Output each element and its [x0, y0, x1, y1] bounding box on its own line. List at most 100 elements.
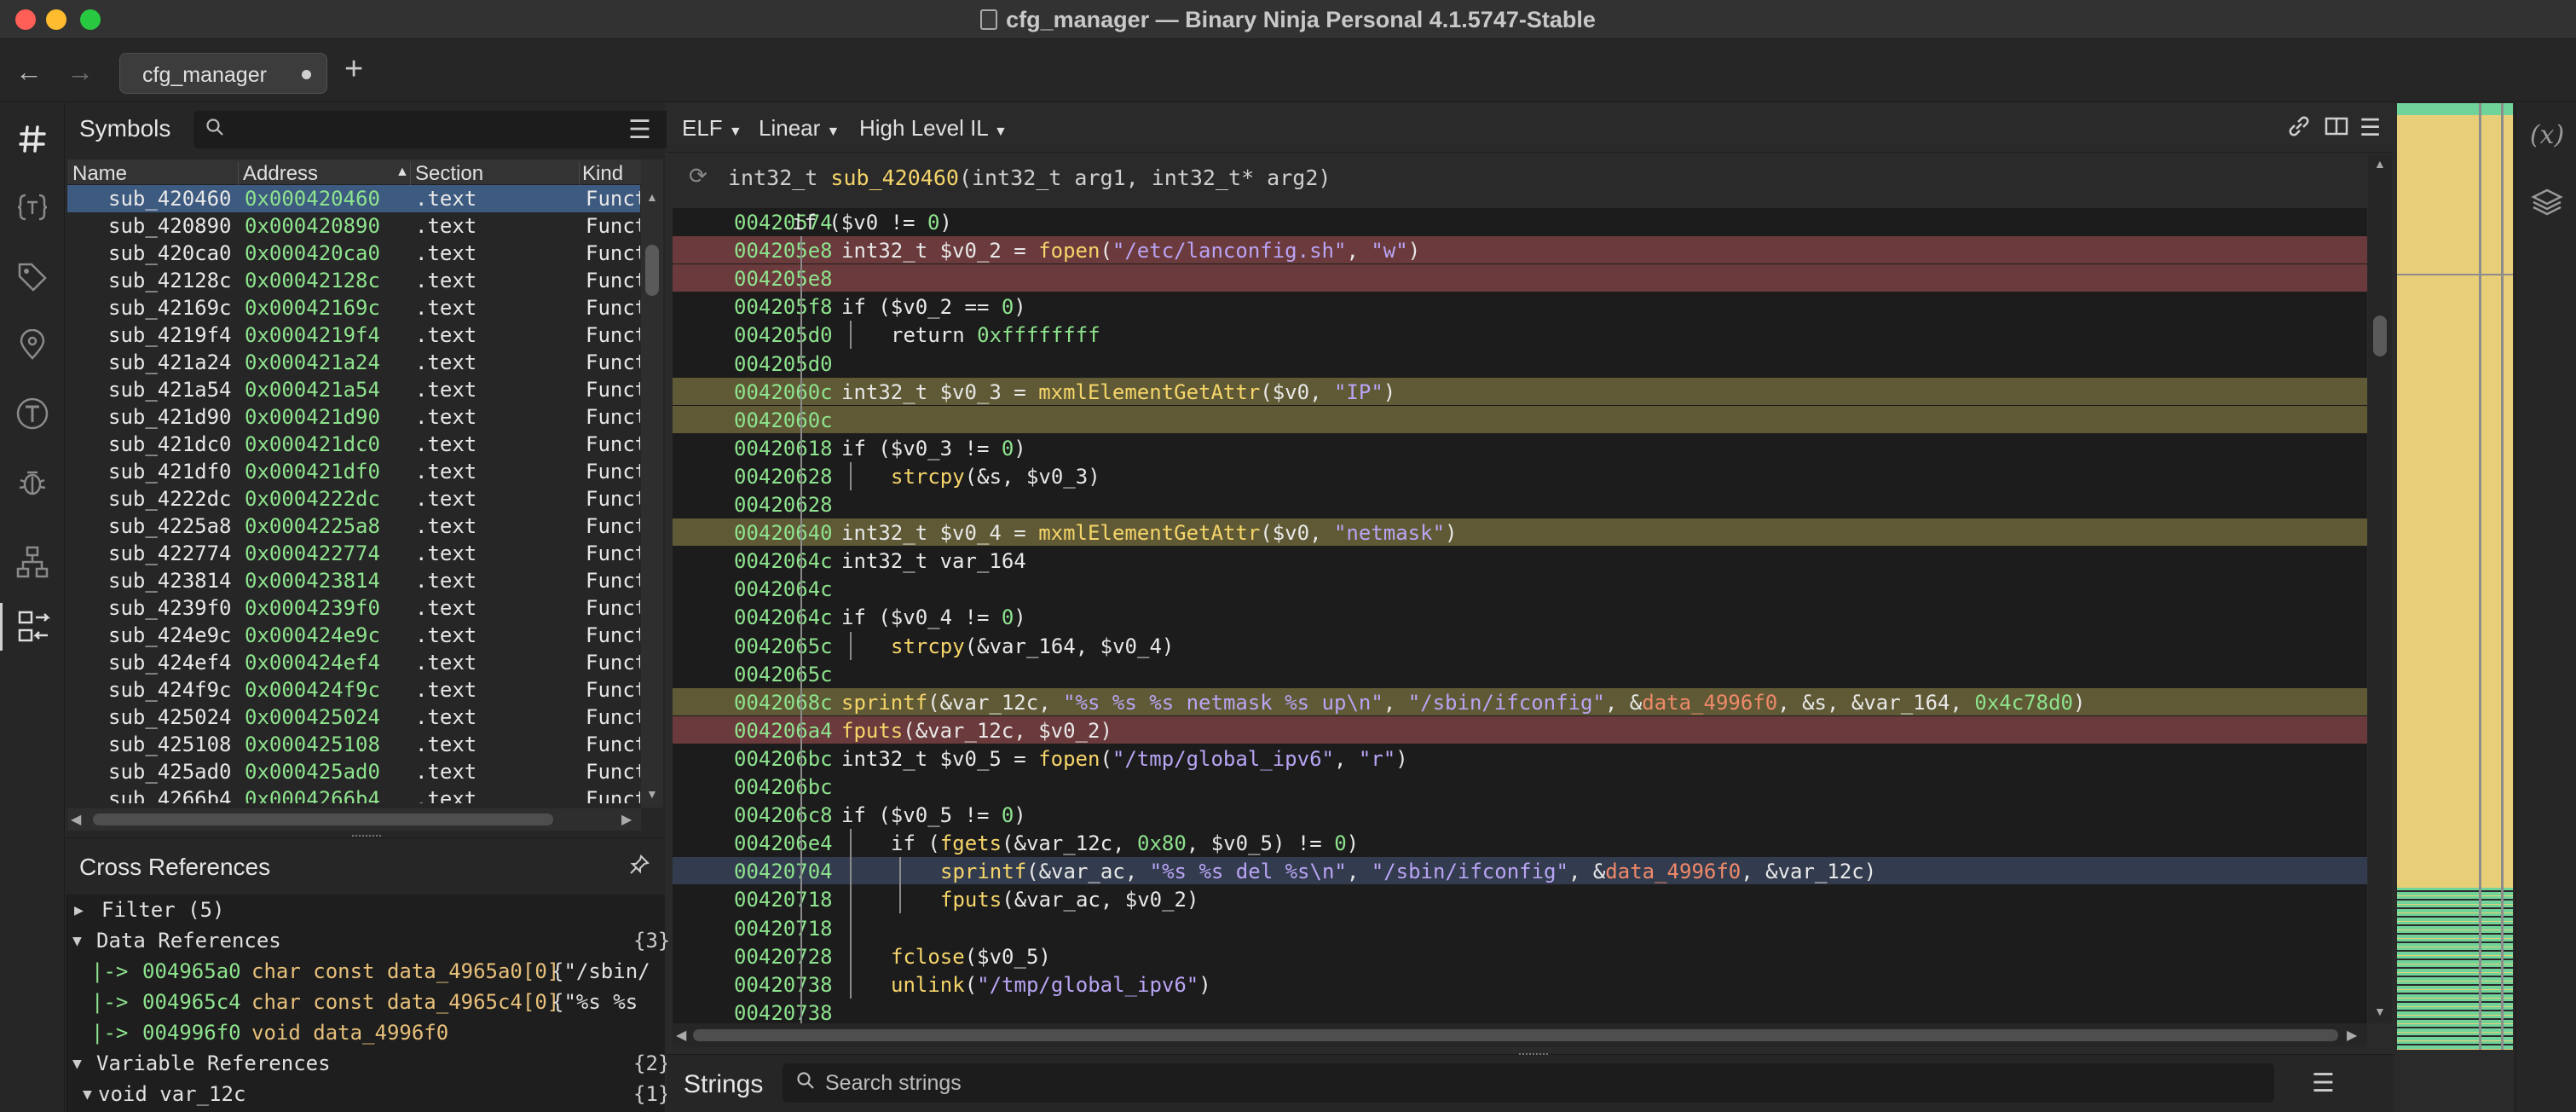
code-line[interactable]: 004205d0	[673, 350, 2367, 377]
code-text[interactable]: if ($v0_4 != 0)	[841, 605, 1026, 629]
table-row[interactable]: sub_425ad0 0x000425ad0 .text Funct	[67, 758, 640, 785]
line-address[interactable]: 0042060c	[734, 408, 833, 432]
code-text[interactable]: sprintf(&var_12c, "%s %s %s netmask %s u…	[841, 691, 2085, 715]
function-name[interactable]: sub_420460	[830, 165, 959, 190]
line-address[interactable]: 004205d0	[734, 323, 833, 347]
code-text[interactable]: if (fgets(&var_12c, 0x80, $v0_5) != 0)	[891, 831, 1359, 855]
code-line[interactable]: 004206a4 fputs(&var_12c, $v0_2)	[673, 715, 2367, 744]
table-row[interactable]: sub_420890 0x000420890 .text Funct	[67, 212, 640, 240]
code-text[interactable]: int32_t var_164	[841, 549, 1026, 573]
code-function[interactable]: sprintf	[841, 691, 927, 715]
code-line[interactable]: 00420718 fputs(&var_ac, $v0_2)	[673, 885, 2367, 912]
line-address[interactable]: 004206a4	[734, 719, 833, 743]
column-divider[interactable]	[410, 162, 411, 188]
il-level-dropdown[interactable]: High Level IL ▼	[859, 115, 1008, 142]
strings-search-input[interactable]	[825, 1069, 2189, 1098]
line-address[interactable]: 00420718	[734, 888, 833, 912]
forward-arrow-icon[interactable]: →	[66, 56, 94, 88]
code-line[interactable]: 004205d0 return 0xffffffff	[673, 321, 2367, 348]
code-line[interactable]: 00420738 unlink("/tmp/global_ipv6")	[673, 970, 2367, 998]
table-row[interactable]: sub_424f9c 0x000424f9c .text Funct	[67, 676, 640, 704]
line-address[interactable]: 004205e8	[734, 267, 833, 291]
code-horizontal-scrollbar[interactable]: ◀ ▶	[673, 1023, 2367, 1047]
code-function[interactable]: fputs	[841, 719, 903, 743]
layers-stack-icon[interactable]	[2527, 185, 2567, 224]
line-address[interactable]: 00420628	[734, 465, 833, 489]
code-function[interactable]: mxmlElementGetAttr	[1038, 521, 1260, 545]
code-text[interactable]: strcpy(&var_164, $v0_4)	[891, 634, 1174, 658]
column-divider[interactable]	[238, 162, 239, 188]
layout-dropdown[interactable]: Linear ▼	[759, 115, 840, 142]
location-pin-icon[interactable]	[9, 321, 56, 369]
new-tab-plus-icon[interactable]: +	[344, 51, 363, 88]
code-line[interactable]: 0042064c int32_t var_164	[673, 547, 2367, 574]
code-text[interactable]: unlink("/tmp/global_ipv6")	[891, 973, 1211, 997]
panel-resize-handle[interactable]	[352, 835, 381, 837]
code-text[interactable]: return 0xffffffff	[891, 323, 1100, 347]
code-text[interactable]: sprintf(&var_ac, "%s %s del %s\n", "/sbi…	[940, 860, 1876, 883]
code-line[interactable]: 0042064c	[673, 575, 2367, 602]
data-reference-item[interactable]: |-> 004965a0 char const data_4965a0[0] {…	[66, 956, 665, 987]
link-icon[interactable]	[2286, 113, 2312, 145]
code-line[interactable]: 00420618 if ($v0_3 != 0)	[673, 434, 2367, 461]
column-divider[interactable]	[579, 162, 580, 188]
line-address[interactable]: 004205f8	[734, 295, 833, 319]
table-row[interactable]: sub_4222dc 0x0004222dc .text Funct	[67, 485, 640, 513]
table-row[interactable]: sub_424ef4 0x000424ef4 .text Funct	[67, 649, 640, 676]
symbols-search-input[interactable]	[193, 111, 684, 148]
line-address[interactable]: 004206bc	[734, 775, 833, 799]
data-reference-item[interactable]: |-> 004965c4 char const data_4965c4[0] {…	[66, 987, 665, 1017]
line-address[interactable]: 0042064c	[734, 549, 833, 573]
code-text[interactable]: if ($v0 != 0)	[792, 211, 952, 235]
code-line[interactable]: 004206c8 if ($v0_5 != 0)	[673, 801, 2367, 828]
hlil-code-view[interactable]: 00420574 if ($v0 != 0) 004205e8 int32_t $v0…	[673, 208, 2367, 1023]
code-line[interactable]: 004206e4 if (fgets(&var_12c, 0x80, $v0_5)…	[673, 829, 2367, 856]
line-address[interactable]: 004206c8	[734, 803, 833, 827]
table-row[interactable]: sub_4239f0 0x0004239f0 .text Funct	[67, 594, 640, 622]
chevron-right-icon[interactable]: ▶	[74, 901, 84, 919]
scroll-right-arrow-icon[interactable]: ▶	[2347, 1027, 2357, 1044]
code-line[interactable]: 00420718	[673, 914, 2367, 941]
scroll-left-arrow-icon[interactable]: ◀	[71, 811, 81, 828]
scroll-up-arrow-icon[interactable]: ▲	[2374, 157, 2386, 171]
line-address[interactable]: 00420738	[734, 973, 833, 997]
refresh-icon[interactable]: ⟳	[689, 164, 708, 189]
data-references-group[interactable]: ▼ Data References {3}	[66, 925, 670, 956]
chevron-down-icon[interactable]: ▼	[72, 932, 82, 950]
code-function[interactable]: fclose	[891, 945, 965, 969]
table-row[interactable]: sub_421dc0 0x000421dc0 .text Funct	[67, 431, 640, 458]
line-address[interactable]: 00420718	[734, 917, 833, 941]
code-line[interactable]: 004205e8 int32_t $v0_2 = fopen("/etc/lanc…	[673, 236, 2367, 264]
code-text[interactable]: if ($v0_3 != 0)	[841, 437, 1026, 460]
text-t-icon[interactable]	[9, 390, 56, 437]
line-address[interactable]: 00420738	[734, 1001, 833, 1023]
code-text[interactable]: int32_t $v0_4 = mxmlElementGetAttr($v0, …	[841, 521, 1457, 545]
tab-cfg-manager[interactable]: cfg_manager	[119, 53, 327, 94]
code-data-symbol[interactable]: data_4996f0	[1605, 860, 1741, 883]
line-address[interactable]: 00420640	[734, 521, 833, 545]
back-arrow-icon[interactable]: ←	[15, 56, 43, 88]
code-function[interactable]: fgets	[940, 831, 1002, 855]
table-row[interactable]: sub_425108 0x000425108 .text Funct	[67, 731, 640, 758]
table-row[interactable]: sub_422774 0x000422774 .text Funct	[67, 540, 640, 567]
variable-reference-item[interactable]: ▼ void var_12c {1}	[66, 1079, 670, 1109]
line-address[interactable]: 00420704	[734, 860, 833, 883]
symbols-horizontal-scrollbar[interactable]: ◀ ▶	[67, 808, 641, 831]
code-data-symbol[interactable]: data_4996f0	[1642, 691, 1777, 715]
table-row[interactable]: sub_4225a8 0x0004225a8 .text Funct	[67, 513, 640, 540]
code-line[interactable]: 0042064c if ($v0_4 != 0)	[673, 603, 2367, 630]
code-text[interactable]: fclose($v0_5)	[891, 945, 1051, 969]
scroll-down-arrow-icon[interactable]: ▼	[646, 787, 658, 801]
line-address[interactable]: 00420628	[734, 493, 833, 517]
strings-search-field[interactable]	[783, 1063, 2274, 1103]
line-address[interactable]: 0042065c	[734, 634, 833, 658]
debugger-bug-icon[interactable]	[9, 458, 56, 506]
code-text[interactable]: strcpy(&s, $v0_3)	[891, 465, 1100, 489]
code-text[interactable]: fputs(&var_ac, $v0_2)	[940, 888, 1198, 912]
column-header-address[interactable]: Address	[243, 162, 318, 186]
code-vertical-scrollbar[interactable]: ▲ ▼	[2368, 153, 2392, 1023]
chevron-down-icon[interactable]: ▼	[83, 1086, 92, 1103]
table-row[interactable]: sub_4266b4 0x0004266b4 .text Funct	[67, 785, 640, 803]
code-function[interactable]: sprintf	[940, 860, 1026, 883]
line-address[interactable]: 00420728	[734, 945, 833, 969]
